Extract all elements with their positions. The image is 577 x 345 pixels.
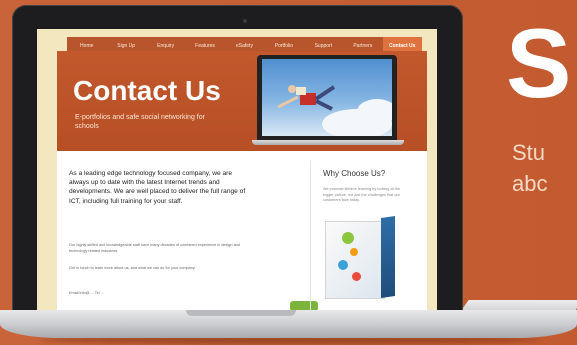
product-box-image [325, 221, 385, 299]
column-divider [310, 161, 311, 311]
laptop-notch [186, 310, 296, 316]
paragraph-2: Get in touch to learn more about us, and… [69, 266, 196, 270]
paragraph-1: Our highly skilled and knowledgeable sta… [69, 243, 240, 253]
dot-shape [338, 260, 348, 270]
sidebar-body: We promote lifetime learning by looking … [323, 187, 400, 203]
paragraph-3: Email info@ ... Tel ... [69, 291, 104, 295]
dot-shape [342, 232, 354, 244]
hero-subtitle: E-portfolios and safe social networking … [75, 114, 205, 131]
dot-shape [352, 272, 361, 281]
page-title: Contact Us [73, 75, 221, 106]
jumping-person-image [277, 85, 336, 111]
intro-text: As a leading edge technology focused com… [69, 170, 246, 205]
laptop-bezel: Home Sign Up Enquiry Features eSafety Po… [12, 5, 463, 323]
laptop-screen: Home Sign Up Enquiry Features eSafety Po… [37, 29, 437, 317]
promo-line-1: Stu [512, 140, 546, 165]
promo-letter: S [506, 8, 571, 118]
main-content: As a leading edge technology focused com… [57, 151, 427, 317]
sidebar-heading: Why Choose Us? [323, 169, 386, 178]
product-box-side [381, 216, 395, 298]
cloud-shape [357, 99, 392, 124]
dot-shape [350, 248, 358, 256]
hero-photo [262, 59, 392, 136]
promo-line-2: abc [512, 171, 548, 196]
hero-laptop-base [252, 140, 404, 145]
hero-laptop-image [257, 55, 397, 140]
hero-banner: Contact Us E-portfolios and safe social … [57, 51, 427, 151]
camera-icon [243, 19, 247, 23]
